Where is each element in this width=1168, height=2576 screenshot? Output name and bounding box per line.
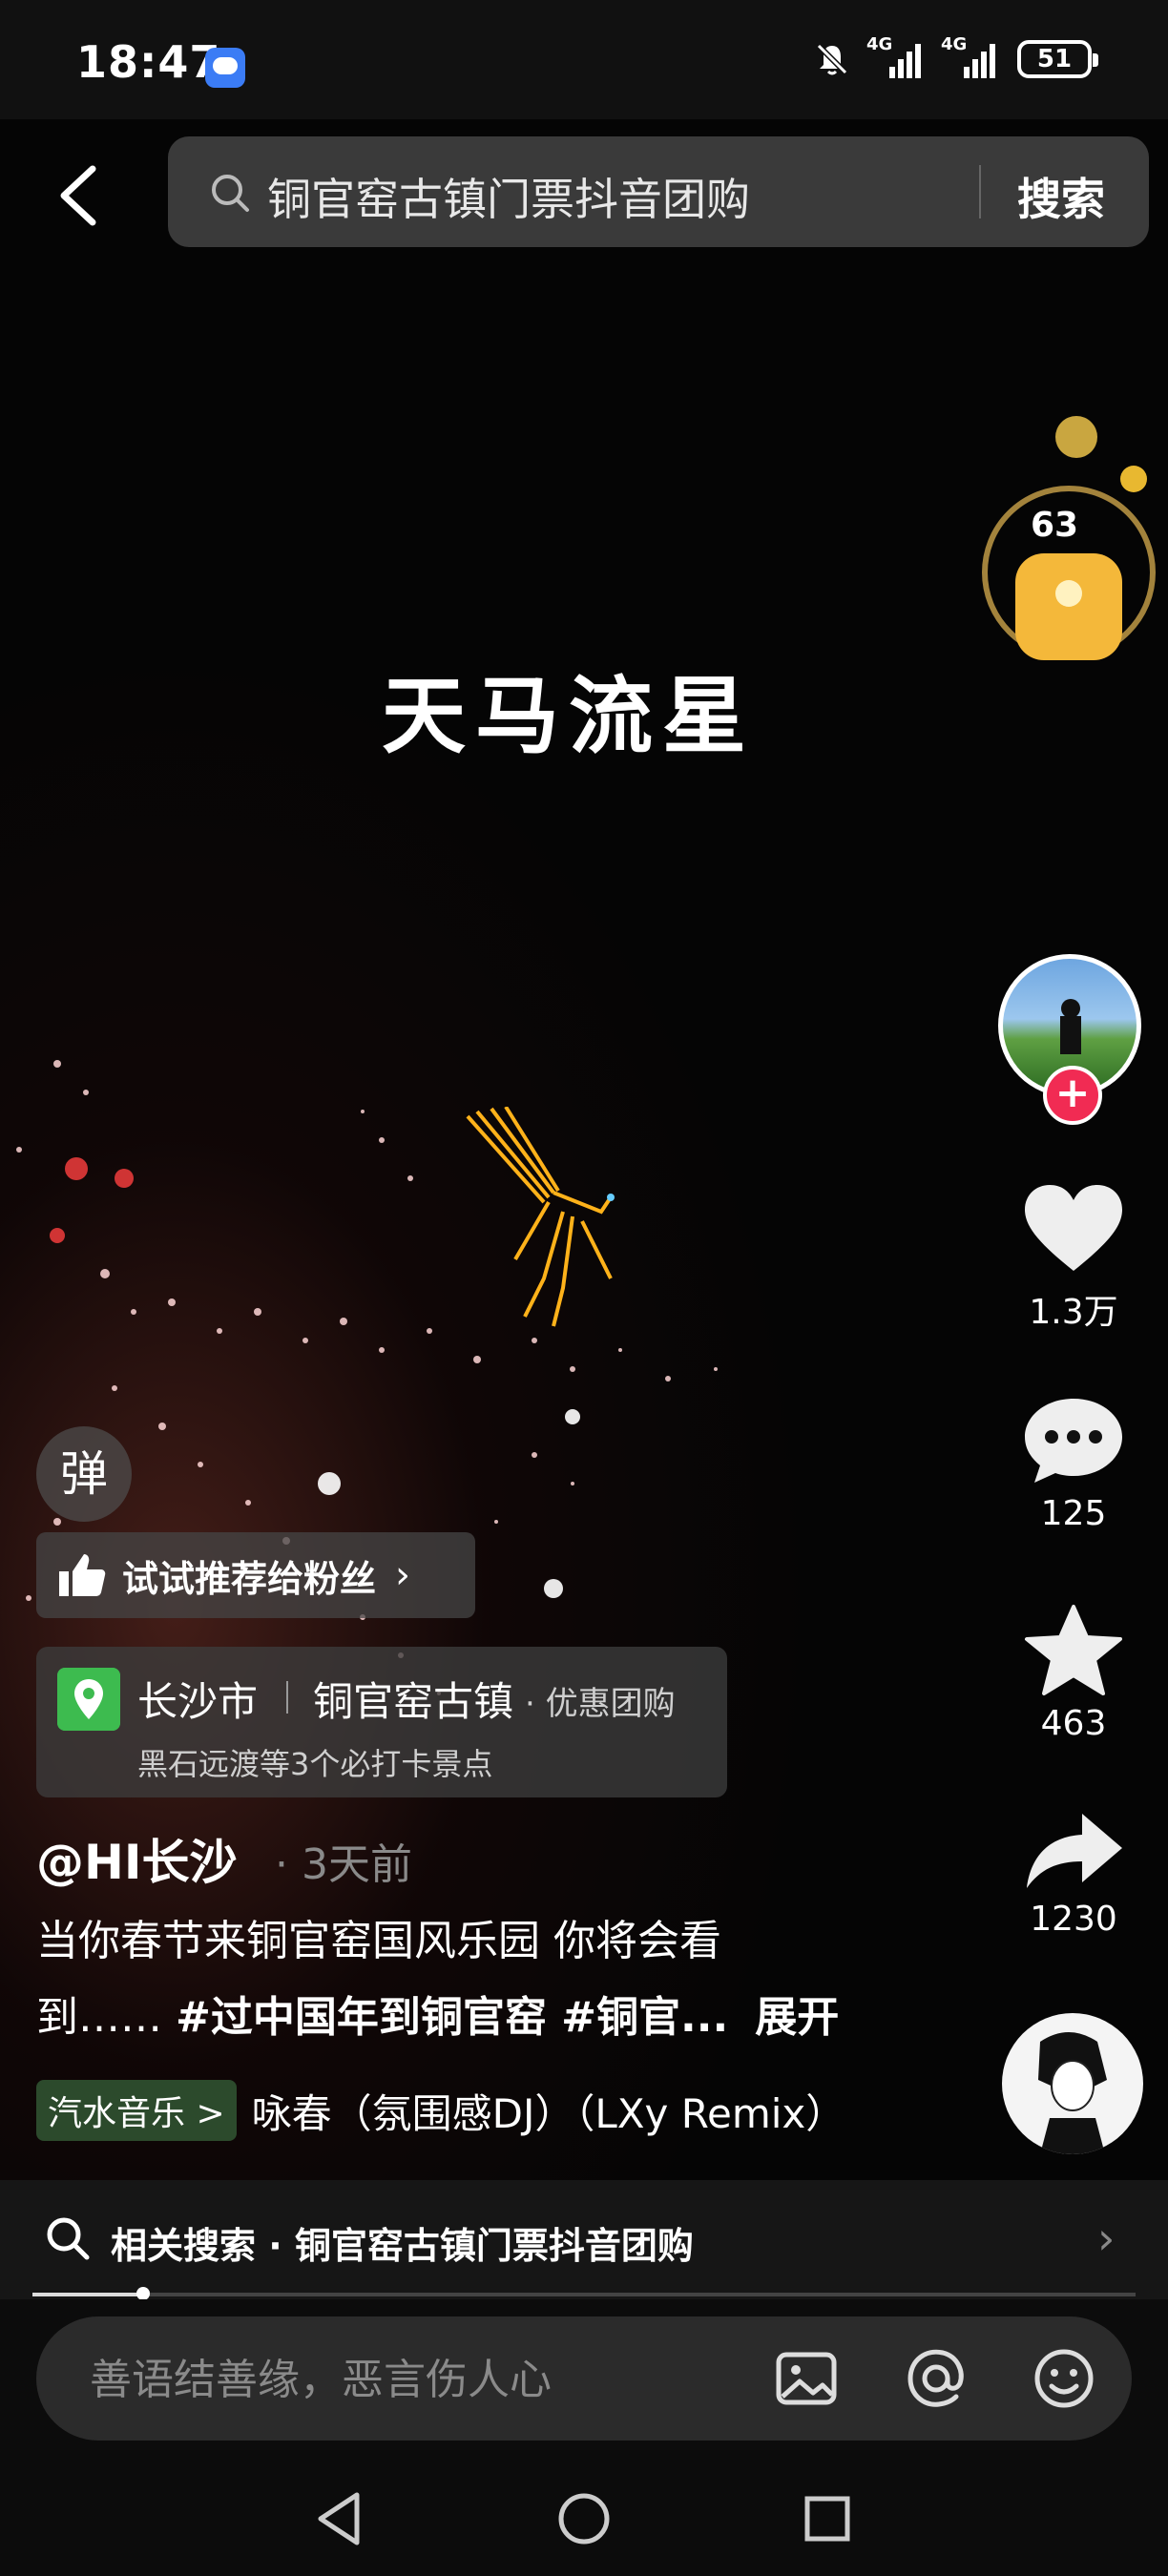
search-icon (212, 175, 249, 212)
location-card[interactable]: 长沙市 铜官窑古镇 · 优惠团购 黑石远渡等3个必打卡景点 (36, 1647, 727, 1797)
thumbs-up-icon (59, 1554, 106, 1596)
comment-count: 125 (1040, 1494, 1107, 1533)
search-icon (47, 2217, 90, 2260)
danmaku-toggle-button[interactable]: 弹 (36, 1426, 132, 1522)
share-button[interactable]: 1230 (1012, 1808, 1136, 1939)
comment-input-box[interactable] (36, 2316, 1132, 2441)
location-separator (286, 1681, 288, 1714)
status-time: 18:47 (76, 36, 221, 88)
comment-input[interactable] (88, 2345, 760, 2414)
emoji-icon[interactable] (1029, 2343, 1099, 2414)
music-source-tag[interactable]: 汽水音乐 > (36, 2080, 237, 2141)
status-bar: 18:47 4G 4G 51 (0, 0, 1168, 119)
heart-icon (1025, 1185, 1122, 1271)
author-name[interactable]: @HI长沙 (36, 1824, 237, 1893)
video-progress-bar[interactable] (32, 2287, 1136, 2300)
chevron-right-icon: › (1097, 2212, 1116, 2264)
follow-button[interactable]: + (1043, 1066, 1102, 1125)
recommend-label: 试试推荐给粉丝 (122, 1557, 377, 1600)
top-search-bar: 铜官窑古镇门票抖音团购 搜索 (0, 119, 1168, 272)
star-icon (1025, 1605, 1122, 1695)
progress-knob[interactable] (136, 2287, 150, 2300)
coin-count: 63 (1031, 506, 1079, 545)
battery-icon: 51 (1017, 40, 1098, 78)
signal-strength-icon: 4G (941, 34, 1000, 78)
search-query-text: 铜官窑古镇门票抖音团购 (267, 174, 750, 225)
at-icon[interactable] (901, 2343, 971, 2414)
like-button[interactable]: 1.3万 (1012, 1183, 1136, 1334)
message-notification-icon (205, 48, 245, 88)
search-input[interactable]: 铜官窑古镇门票抖音团购 搜索 (168, 136, 1149, 247)
nav-back-icon[interactable] (307, 2485, 374, 2552)
comment-icon (1025, 1399, 1122, 1483)
share-count: 1230 (1030, 1900, 1117, 1939)
back-icon[interactable] (50, 157, 107, 234)
post-time: · 3天前 (275, 1840, 412, 1889)
nav-home-icon[interactable] (551, 2485, 617, 2552)
location-city: 长沙市 (137, 1678, 259, 1725)
search-button[interactable]: 搜索 (1017, 165, 1105, 228)
caption-line-2: 到…… #过中国年到铜官窑 #铜官... 展开 (36, 1983, 839, 2044)
caption-prefix: 到…… (36, 1993, 162, 2042)
favorite-count: 463 (1040, 1704, 1107, 1743)
like-count: 1.3万 (1029, 1293, 1118, 1332)
expand-caption-button[interactable]: 展开 (755, 1993, 839, 2042)
progress-fill (32, 2293, 143, 2296)
location-subtitle: 黑石远渡等3个必打卡景点 (137, 1746, 493, 1782)
comment-bar (0, 2299, 1168, 2457)
music-row[interactable]: 汽水音乐 > 咏春（氛围感DJ）（LXy Remix） (36, 2080, 845, 2141)
system-navigation-bar (0, 2457, 1168, 2576)
recommend-to-fans-button[interactable]: 试试推荐给粉丝 › (36, 1532, 475, 1618)
related-search-label: 相关搜索 · 铜官窑古镇门票抖音团购 (111, 2225, 694, 2267)
location-pin-icon (57, 1668, 120, 1731)
caption-line-1: 当你春节来铜官窑国风乐园 你将会看 (36, 1917, 721, 1965)
image-icon[interactable] (771, 2343, 842, 2414)
signal-strength-icon: 4G (866, 34, 926, 78)
nav-recents-icon[interactable] (794, 2485, 861, 2552)
phoenix-firework-image (466, 1107, 615, 1327)
video-overlay-title: 天马流星 (382, 666, 757, 765)
related-search-bar[interactable]: 相关搜索 · 铜官窑古镇门票抖音团购 › (0, 2180, 1168, 2299)
favorite-button[interactable]: 463 (1012, 1603, 1136, 1743)
caption-hashtags[interactable]: #过中国年到铜官窑 #铜官... (176, 1993, 728, 2042)
share-icon (1027, 1814, 1122, 1888)
location-deal: · 优惠团购 (525, 1685, 676, 1723)
music-title: 咏春（氛围感DJ）（LXy Remix） (251, 2089, 846, 2137)
status-indicators: 4G 4G 51 (813, 34, 1098, 78)
music-disc[interactable] (1002, 2013, 1143, 2154)
location-place: 铜官窑古镇 (313, 1678, 514, 1725)
search-divider (979, 165, 981, 218)
chevron-right-icon: › (395, 1553, 411, 1597)
comment-button[interactable]: 125 (1012, 1393, 1136, 1533)
music-cover-image (1038, 2032, 1107, 2154)
bell-muted-icon (816, 43, 848, 75)
